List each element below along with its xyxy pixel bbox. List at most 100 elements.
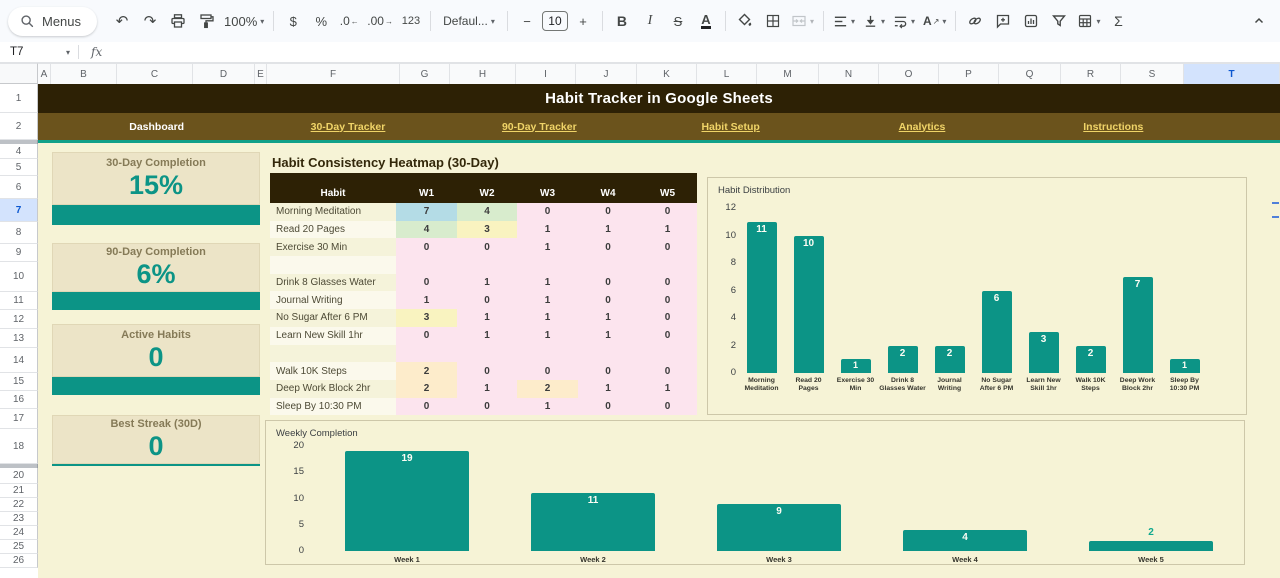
select-all-corner[interactable] (0, 63, 38, 84)
italic-button[interactable]: I (637, 8, 663, 34)
habit-name-cell[interactable]: Sleep By 10:30 PM (270, 398, 396, 416)
row-header-2[interactable]: 2 (0, 113, 38, 140)
font-select[interactable]: Defaul...▾ (437, 8, 501, 34)
row-header-1[interactable]: 1 (0, 84, 38, 113)
heat-cell[interactable]: 0 (578, 238, 638, 256)
increase-font-size-button[interactable]: + (570, 8, 596, 34)
bar-morning-meditation[interactable]: 11 (747, 222, 777, 373)
heat-cell[interactable]: 0 (396, 274, 457, 292)
bold-button[interactable]: B (609, 8, 635, 34)
row-header-14[interactable]: 14 (0, 348, 38, 373)
heat-cell[interactable]: 7 (396, 203, 457, 221)
print-button[interactable] (165, 8, 191, 34)
bar-week-4[interactable]: 4 (903, 530, 1027, 551)
heat-cell[interactable]: 0 (638, 309, 697, 327)
heat-cell[interactable]: 0 (638, 274, 697, 292)
menus-search[interactable]: Menus (8, 7, 97, 36)
column-header-J[interactable]: J (576, 64, 637, 85)
heat-cell[interactable]: 1 (517, 398, 578, 416)
row-header-11[interactable]: 11 (0, 292, 38, 310)
weekly-completion-chart[interactable]: Weekly Completion 0510152019Week 111Week… (265, 420, 1245, 565)
redo-button[interactable]: ↷ (137, 8, 163, 34)
heat-cell[interactable]: 0 (578, 291, 638, 309)
column-header-S[interactable]: S (1121, 64, 1184, 85)
borders-button[interactable] (760, 8, 786, 34)
heat-cell[interactable]: 0 (638, 362, 697, 380)
row-header-26[interactable]: 26 (0, 554, 38, 568)
row-header-9[interactable]: 9 (0, 244, 38, 262)
merge-cells-button[interactable]: ▾ (788, 8, 817, 34)
row-header-13[interactable]: 13 (0, 329, 38, 348)
row-header-20[interactable]: 20 (0, 468, 38, 484)
text-wrap-button[interactable]: ▾ (890, 8, 918, 34)
increase-decimal-button[interactable]: .00→ (364, 8, 396, 34)
heat-cell[interactable] (517, 256, 578, 274)
heat-cell[interactable]: 0 (638, 398, 697, 416)
heat-cell[interactable] (396, 256, 457, 274)
horizontal-align-button[interactable]: ▾ (830, 8, 858, 34)
strikethrough-button[interactable]: S (665, 8, 691, 34)
heat-cell[interactable]: 1 (638, 221, 697, 239)
fill-color-button[interactable] (732, 8, 758, 34)
heat-cell[interactable] (638, 345, 697, 363)
decrease-font-size-button[interactable]: − (514, 8, 540, 34)
heat-cell[interactable]: 1 (517, 274, 578, 292)
bar-deep-work-block-2hr[interactable]: 7 (1123, 277, 1153, 373)
bar-walk-10k-steps[interactable]: 2 (1076, 346, 1106, 374)
heat-cell[interactable]: 0 (638, 203, 697, 221)
heat-cell[interactable] (578, 256, 638, 274)
heat-cell[interactable]: 1 (578, 221, 638, 239)
column-header-C[interactable]: C (117, 64, 193, 85)
row-header-4[interactable]: 4 (0, 144, 38, 159)
heat-cell[interactable]: 0 (578, 203, 638, 221)
column-header-A[interactable]: A (38, 64, 51, 85)
heat-cell[interactable]: 2 (517, 380, 578, 398)
habit-name-cell[interactable]: Journal Writing (270, 291, 396, 309)
habit-name-cell[interactable] (270, 256, 396, 274)
heat-cell[interactable]: 1 (517, 221, 578, 239)
heat-cell[interactable]: 1 (457, 380, 517, 398)
habit-name-cell[interactable]: No Sugar After 6 PM (270, 309, 396, 327)
column-header-T[interactable]: T (1184, 64, 1280, 85)
heat-cell[interactable]: 0 (457, 291, 517, 309)
row-header-15[interactable]: 15 (0, 373, 38, 391)
heat-cell[interactable] (517, 345, 578, 363)
row-header-22[interactable]: 22 (0, 498, 38, 512)
row-header-21[interactable]: 21 (0, 484, 38, 498)
habit-name-cell[interactable]: Deep Work Block 2hr (270, 380, 396, 398)
bar-read-20-pages[interactable]: 10 (794, 236, 824, 374)
bar-sleep-by-10-30-pm[interactable]: 1 (1170, 359, 1200, 373)
heat-cell[interactable]: 1 (396, 291, 457, 309)
heat-cell[interactable]: 4 (457, 203, 517, 221)
heat-cell[interactable]: 4 (396, 221, 457, 239)
heat-cell[interactable]: 0 (396, 398, 457, 416)
heat-cell[interactable]: 0 (457, 398, 517, 416)
undo-button[interactable]: ↶ (109, 8, 135, 34)
format-percent-button[interactable]: % (308, 8, 334, 34)
heat-cell[interactable]: 3 (396, 309, 457, 327)
row-header-24[interactable]: 24 (0, 526, 38, 540)
heat-cell[interactable]: 1 (638, 380, 697, 398)
text-color-button[interactable]: A (693, 8, 719, 34)
heat-cell[interactable]: 0 (578, 274, 638, 292)
nav-item-habit-setup[interactable]: Habit Setup (635, 113, 826, 140)
habit-name-cell[interactable] (270, 345, 396, 363)
column-header-H[interactable]: H (450, 64, 516, 85)
heat-cell[interactable]: 1 (517, 309, 578, 327)
row-header-25[interactable]: 25 (0, 540, 38, 554)
more-formats-button[interactable]: 123 (398, 8, 424, 34)
heat-cell[interactable]: 1 (578, 327, 638, 345)
heat-cell[interactable]: 0 (638, 291, 697, 309)
row-header-23[interactable]: 23 (0, 512, 38, 526)
font-size-input[interactable]: 10 (542, 11, 568, 31)
nav-item-dashboard[interactable]: Dashboard (61, 113, 252, 140)
hide-menus-button[interactable] (1246, 8, 1272, 34)
heat-cell[interactable]: 1 (517, 238, 578, 256)
nav-item-90-day-tracker[interactable]: 90-Day Tracker (444, 113, 635, 140)
column-header-L[interactable]: L (697, 64, 757, 85)
column-header-N[interactable]: N (819, 64, 879, 85)
row-header-6[interactable]: 6 (0, 176, 38, 199)
heat-cell[interactable]: 1 (517, 327, 578, 345)
nav-item-30-day-tracker[interactable]: 30-Day Tracker (252, 113, 443, 140)
habit-name-cell[interactable]: Morning Meditation (270, 203, 396, 221)
